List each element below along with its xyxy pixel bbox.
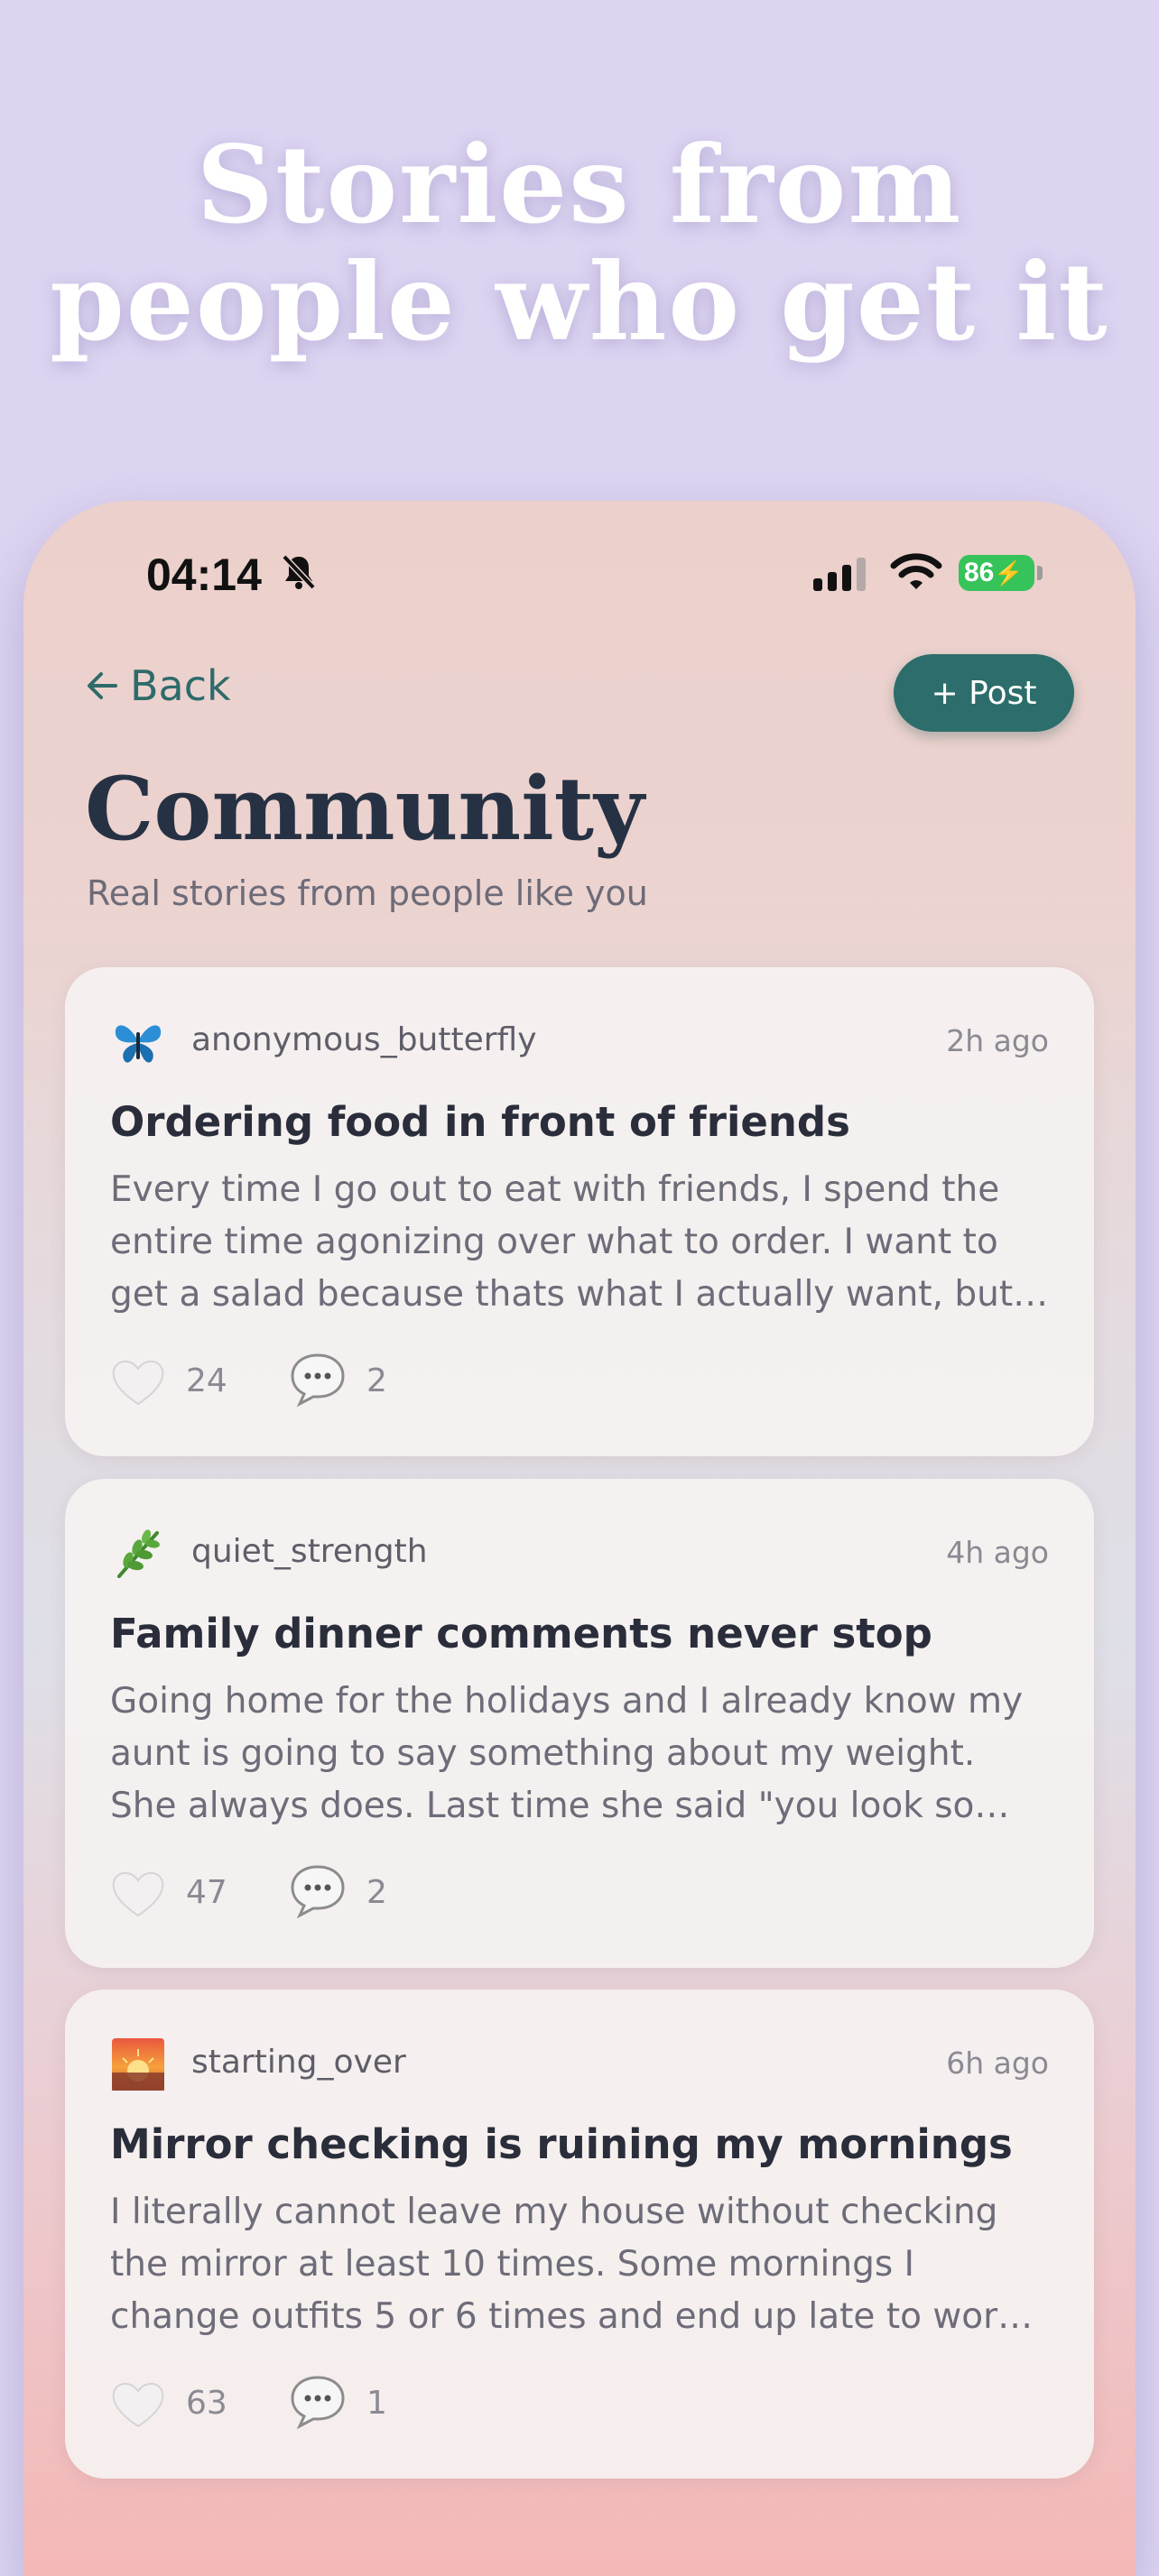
promo-headline: Stories from people who get it xyxy=(0,126,1159,361)
butterfly-icon xyxy=(115,1025,162,1063)
post-card[interactable]: quiet_strength 4h ago Family dinner comm… xyxy=(65,1479,1094,1968)
like-count: 47 xyxy=(186,1874,227,1911)
charging-bolt-icon: ⚡ xyxy=(994,559,1024,586)
comment-bubble-icon[interactable] xyxy=(289,2374,347,2430)
comment-count: 2 xyxy=(366,1362,387,1399)
post-title[interactable]: Mirror checking is ruining my mornings xyxy=(110,2120,1013,2168)
sunrise-icon xyxy=(112,2038,164,2091)
post-username[interactable]: anonymous_butterfly xyxy=(191,1021,537,1058)
wifi-icon xyxy=(890,553,942,589)
herb-icon xyxy=(117,1529,160,1578)
post-time: 6h ago xyxy=(946,2045,1049,2081)
status-time: 04:14 xyxy=(146,549,262,600)
heart-icon[interactable] xyxy=(110,1355,166,1408)
post-title[interactable]: Ordering food in front of friends xyxy=(110,1098,850,1146)
promo-headline-line-2: people who get it xyxy=(50,239,1109,365)
like-count: 63 xyxy=(186,2385,227,2422)
post-username[interactable]: quiet_strength xyxy=(191,1533,428,1570)
promo-headline-line-1: Stories from xyxy=(196,122,963,247)
signal-icon xyxy=(813,557,871,591)
post-excerpt: Every time I go out to eat with friends,… xyxy=(110,1169,1049,1315)
arrow-left-icon xyxy=(88,672,117,699)
like-count: 24 xyxy=(186,1362,227,1399)
post-excerpt: Going home for the holidays and I alread… xyxy=(110,1681,1024,1826)
page-title: Community xyxy=(85,758,644,860)
post-excerpt: I literally cannot leave my house withou… xyxy=(110,2192,1034,2337)
page-subtitle: Real stories from people like you xyxy=(87,873,648,913)
battery-indicator: 86⚡ xyxy=(959,555,1034,591)
battery-level: 86 xyxy=(964,558,995,587)
heart-icon[interactable] xyxy=(110,1867,166,1919)
comment-count: 1 xyxy=(366,2385,387,2422)
post-card[interactable]: anonymous_butterfly 2h ago Ordering food… xyxy=(65,967,1094,1456)
back-button[interactable]: Back xyxy=(85,661,231,710)
comment-bubble-icon[interactable] xyxy=(289,1352,347,1408)
heart-icon[interactable] xyxy=(110,2377,166,2430)
post-username[interactable]: starting_over xyxy=(191,2044,406,2081)
phone-screen: 04:14 86⚡ Back + Post Community Real sto… xyxy=(23,501,1136,2576)
post-title[interactable]: Family dinner comments never stop xyxy=(110,1610,932,1657)
bell-muted-icon xyxy=(282,554,316,590)
post-card[interactable]: starting_over 6h ago Mirror checking is … xyxy=(65,1990,1094,2479)
post-time: 4h ago xyxy=(946,1535,1049,1570)
new-post-button[interactable]: + Post xyxy=(894,654,1074,732)
battery-cap xyxy=(1037,566,1043,580)
back-label: Back xyxy=(130,661,231,710)
comment-bubble-icon[interactable] xyxy=(289,1863,347,1919)
post-time: 2h ago xyxy=(946,1023,1049,1058)
comment-count: 2 xyxy=(366,1874,387,1911)
